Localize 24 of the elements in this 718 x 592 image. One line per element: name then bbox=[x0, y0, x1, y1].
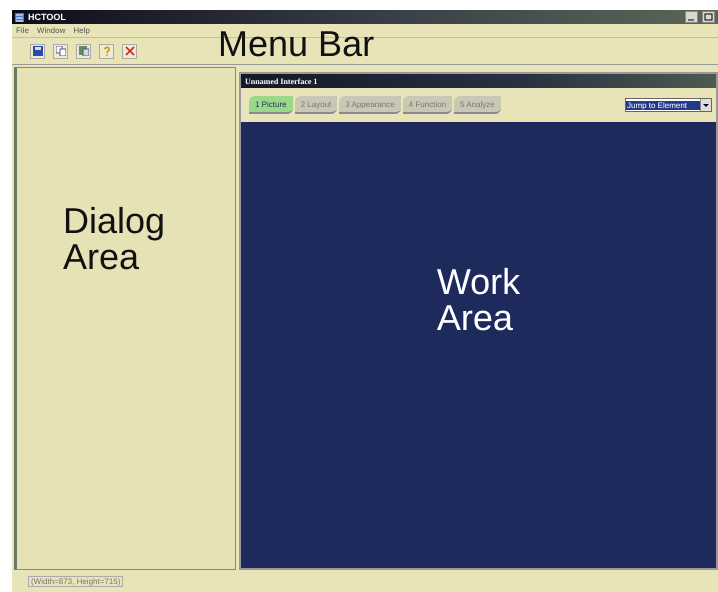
toolbar-button[interactable] bbox=[122, 44, 137, 58]
caret-icon bbox=[700, 99, 711, 111]
app-icon bbox=[15, 12, 24, 22]
status-text: (Width=873, Height=715) bbox=[28, 576, 124, 586]
minimize-button[interactable] bbox=[685, 11, 698, 23]
menu-item[interactable]: Window bbox=[36, 26, 66, 35]
menu-item[interactable]: File bbox=[16, 26, 29, 35]
window-title: HCTOOL bbox=[28, 12, 66, 22]
step-tab[interactable]: 1 Picture bbox=[249, 96, 293, 114]
jump-dropdown[interactable]: Jump to Element bbox=[625, 98, 712, 112]
toolbar-button[interactable] bbox=[76, 44, 91, 58]
work-window-title: Unnamed Interface 1 bbox=[245, 76, 318, 86]
toolbar-button[interactable] bbox=[53, 44, 68, 58]
close-icon bbox=[124, 46, 134, 56]
paste-icon bbox=[78, 46, 88, 56]
save-icon bbox=[32, 46, 42, 56]
copy-icon bbox=[56, 46, 66, 56]
maximize-button[interactable] bbox=[702, 11, 715, 23]
toolbar-button[interactable] bbox=[30, 44, 45, 58]
menu-item[interactable]: Help bbox=[73, 26, 90, 35]
question-icon bbox=[102, 46, 112, 56]
annotation-label: Work Area bbox=[436, 264, 520, 336]
annotation-label: Dialog Area bbox=[63, 200, 166, 277]
annotation-label: Menu Bar bbox=[218, 26, 374, 62]
